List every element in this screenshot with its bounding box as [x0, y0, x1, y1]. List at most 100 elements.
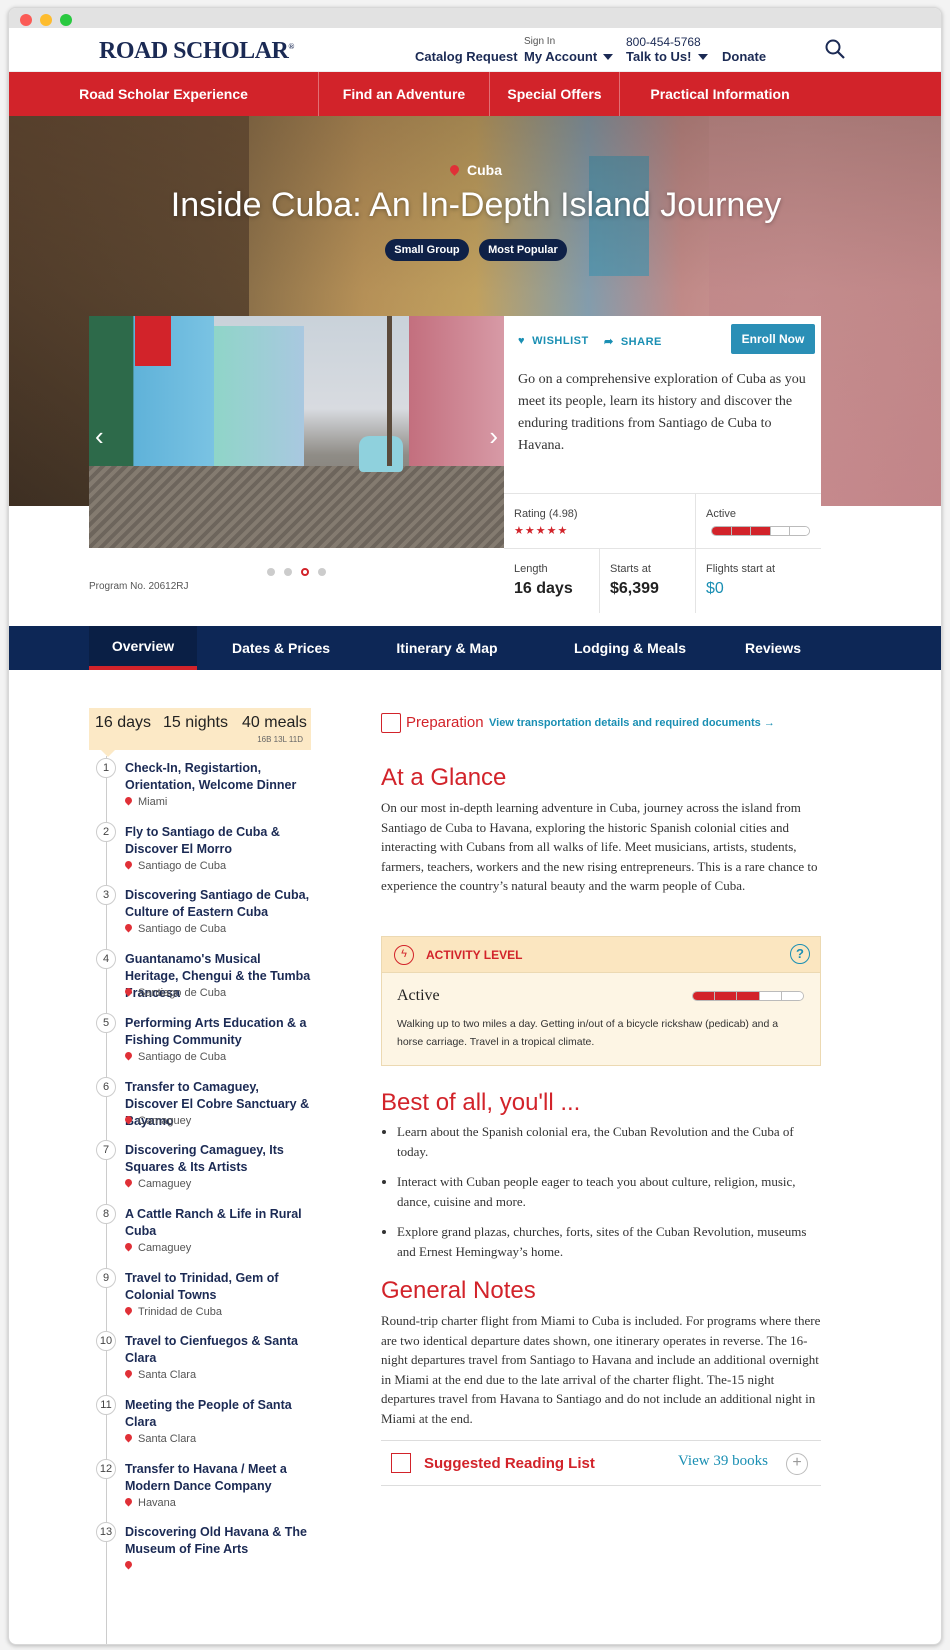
itinerary-day[interactable]: 13 Discovering Old Havana & The Museum of…: [89, 1522, 329, 1582]
activity-level-description: Walking up to two miles a day. Getting i…: [397, 1018, 779, 1048]
search-icon[interactable]: [824, 38, 846, 60]
itinerary-day[interactable]: 3 Discovering Santiago de Cuba, Culture o…: [89, 885, 329, 945]
at-a-glance-text: On our most in-depth learning adventure …: [381, 800, 818, 893]
day-location-label: Camaguey: [138, 1115, 192, 1127]
book-icon: [391, 1453, 411, 1473]
summary-nights: 15 nights: [163, 714, 228, 731]
expand-plus-icon[interactable]: +: [786, 1453, 808, 1475]
day-location-label: Santa Clara: [138, 1369, 197, 1381]
itinerary-day[interactable]: 4 Guantanamo's Musical Heritage, Chengui …: [89, 949, 329, 1009]
day-location-label: Santa Clara: [138, 1433, 197, 1445]
carousel-prev-arrow[interactable]: ‹: [95, 421, 104, 452]
day-title: Discovering Old Havana & The Museum of F…: [125, 1525, 307, 1556]
program-location[interactable]: Cuba: [9, 162, 941, 178]
catalog-request-link[interactable]: Catalog Request: [415, 49, 518, 64]
itinerary-day[interactable]: 8 A Cattle Ranch & Life in Rural Cuba Cama…: [89, 1204, 329, 1264]
map-pin-icon: [123, 1305, 134, 1316]
nav-practical-information[interactable]: Practical Information: [620, 72, 820, 116]
donate-link[interactable]: Donate: [722, 49, 766, 64]
close-window-button[interactable]: [20, 14, 32, 26]
day-title: A Cattle Ranch & Life in Rural Cuba: [125, 1207, 302, 1238]
chevron-down-icon: [697, 54, 708, 60]
sign-in-label[interactable]: Sign In: [524, 36, 555, 47]
activity-cell: Active: [696, 494, 821, 549]
program-photo-carousel[interactable]: ‹ ›: [89, 316, 504, 548]
day-title: Travel to Cienfuegos & Santa Clara: [125, 1334, 298, 1365]
flights-cell[interactable]: Flights start at $0: [696, 549, 821, 613]
carousel-next-arrow[interactable]: ›: [489, 421, 498, 452]
program-description: Go on a comprehensive exploration of Cub…: [518, 372, 806, 453]
itinerary-day[interactable]: 2 Fly to Santiago de Cuba & Discover El M…: [89, 822, 329, 882]
program-title: Inside Cuba: An In-Depth Island Journey: [170, 186, 782, 224]
tab-overview[interactable]: Overview: [89, 626, 197, 670]
day-title: Fly to Santiago de Cuba & Discover El Mo…: [125, 825, 280, 856]
day-location: Trinidad de Cuba: [123, 1305, 222, 1318]
maximize-window-button[interactable]: [60, 14, 72, 26]
nav-special-offers[interactable]: Special Offers: [490, 72, 620, 116]
day-location: Santiago de Cuba: [123, 922, 226, 935]
carousel-dot[interactable]: [284, 568, 292, 576]
day-location-label: Santiago de Cuba: [138, 860, 227, 872]
nav-road-scholar-experience[interactable]: Road Scholar Experience: [9, 72, 319, 116]
at-a-glance-heading: At a Glance: [381, 764, 507, 791]
day-title: Performing Arts Education & a Fishing Co…: [125, 1016, 307, 1047]
day-number: 1: [96, 758, 116, 778]
itinerary-day[interactable]: 9 Travel to Trinidad, Gem of Colonial Tow…: [89, 1268, 329, 1328]
road-scholar-logo[interactable]: ROAD SCHOLAR®: [99, 38, 294, 65]
day-location: [123, 1559, 138, 1572]
wishlist-button[interactable]: ♥ WISHLIST: [518, 335, 589, 347]
general-notes-text: Round-trip charter flight from Miami to …: [381, 1313, 821, 1426]
day-location: Santiago de Cuba: [123, 859, 227, 872]
itinerary-day[interactable]: 10 Travel to Cienfuegos & Santa Clara Sant…: [89, 1331, 329, 1391]
itinerary-day[interactable]: 5 Performing Arts Education & a Fishing C…: [89, 1013, 329, 1073]
map-pin-icon: [123, 1496, 134, 1507]
location-label: Cuba: [467, 162, 502, 178]
length-label: Length: [514, 563, 548, 575]
nav-find-an-adventure[interactable]: Find an Adventure: [319, 72, 490, 116]
itinerary-day[interactable]: 11 Meeting the People of Santa Clara Santa…: [89, 1395, 329, 1455]
day-location: Camaguey: [123, 1114, 192, 1127]
site-header: ROAD SCHOLAR® Catalog Request Sign In My…: [9, 28, 941, 72]
day-number: 9: [96, 1268, 116, 1288]
day-title: Discovering Santiago de Cuba, Culture of…: [125, 888, 310, 919]
program-number: Program No. 20612RJ: [89, 581, 189, 592]
tab-dates-prices[interactable]: Dates & Prices: [221, 626, 341, 670]
tab-lodging-meals[interactable]: Lodging & Meals: [565, 626, 695, 670]
tab-itinerary-map[interactable]: Itinerary & Map: [387, 626, 507, 670]
carousel-dot[interactable]: [267, 568, 275, 576]
list-item: Explore grand plazas, churches, forts, s…: [397, 1222, 827, 1261]
itinerary-day[interactable]: 6 Transfer to Camaguey, Discover El Cobre…: [89, 1077, 329, 1137]
share-button[interactable]: ➦ SHARE: [604, 335, 662, 348]
phone-number[interactable]: 800-454-5768: [626, 35, 701, 49]
minimize-window-button[interactable]: [40, 14, 52, 26]
preparation-link[interactable]: View transportation details and required…: [489, 717, 775, 729]
program-hero: Cuba Inside Cuba: An In-Depth Island Jou…: [9, 116, 941, 636]
day-location-label: Miami: [138, 796, 168, 808]
carousel-dot-active[interactable]: [301, 568, 309, 576]
tag-small-group[interactable]: Small Group: [385, 239, 469, 261]
tag-most-popular[interactable]: Most Popular: [479, 239, 567, 261]
summary-meals-detail: 16B 13L 11D: [257, 735, 303, 744]
itinerary-day[interactable]: 7 Discovering Camaguey, Its Squares & Its…: [89, 1140, 329, 1200]
enroll-now-button[interactable]: Enroll Now: [731, 324, 815, 354]
tab-reviews[interactable]: Reviews: [733, 626, 813, 670]
itinerary-day[interactable]: 1 Check-In, Registartion, Orientation, We…: [89, 758, 329, 818]
day-location: Camaguey: [123, 1177, 191, 1190]
my-account-menu[interactable]: My Account: [524, 49, 614, 64]
carousel-dot[interactable]: [318, 568, 326, 576]
help-icon[interactable]: ?: [790, 944, 810, 964]
map-pin-icon: [123, 1114, 134, 1125]
itinerary-day[interactable]: 12 Transfer to Havana / Meet a Modern Dan…: [89, 1459, 329, 1519]
talk-to-us-menu[interactable]: Talk to Us!: [626, 49, 708, 64]
starts-at-value: $6,399: [610, 580, 659, 597]
flights-label: Flights start at: [706, 563, 776, 575]
suggested-reading-row[interactable]: Suggested Reading List View 39 books +: [381, 1440, 821, 1486]
view-books-link[interactable]: View 39 books: [678, 1453, 768, 1470]
rating-cell[interactable]: Rating (4.98) ★★★★★: [504, 494, 696, 549]
rating-stars: ★★★★★: [514, 525, 569, 537]
page-content: ROAD SCHOLAR® Catalog Request Sign In My…: [9, 28, 941, 1644]
program-tags: Small Group Most Popular: [9, 239, 941, 261]
program-stats: Rating (4.98) ★★★★★ Active Length 16 day…: [504, 493, 821, 613]
share-label: SHARE: [620, 336, 662, 348]
preparation-title: Preparation: [406, 714, 484, 731]
